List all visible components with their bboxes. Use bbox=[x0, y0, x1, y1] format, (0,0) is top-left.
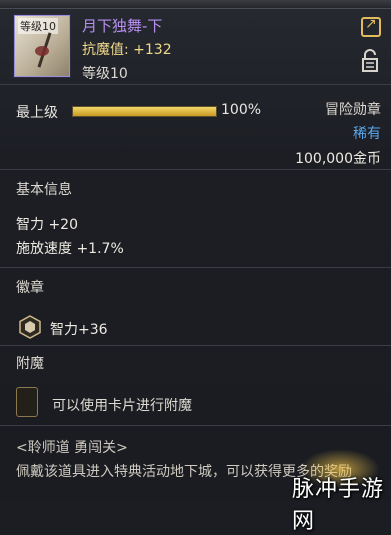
basic-info-title: 基本信息 bbox=[16, 182, 72, 198]
item-name: 月下独舞-下 bbox=[82, 17, 163, 35]
item-rarity: 稀有 bbox=[353, 126, 381, 142]
grade-label: 最上级 bbox=[16, 105, 58, 121]
resist-stat: 抗魔值: +132 bbox=[82, 39, 172, 59]
stat-cast-speed: 施放速度 +1.7% bbox=[16, 241, 124, 257]
description-title: <聆师道 勇闯关> bbox=[16, 440, 128, 456]
enchant-card-slot[interactable] bbox=[16, 387, 38, 417]
grade-bar bbox=[72, 106, 217, 117]
item-level: 等级10 bbox=[82, 66, 128, 82]
divider bbox=[0, 84, 391, 85]
item-icon-tag: 等级10 bbox=[18, 18, 58, 34]
emblem-icon bbox=[19, 315, 41, 339]
divider bbox=[0, 267, 391, 268]
emblem-title: 徽章 bbox=[16, 280, 44, 296]
lock-icon[interactable] bbox=[360, 49, 380, 73]
item-tooltip-panel: 等级10 月下独舞-下 抗魔值: +132 等级10 最上级 100% 冒险勋章… bbox=[0, 8, 391, 534]
item-price: 100,000金币 bbox=[295, 151, 381, 167]
resist-label: 抗魔值: bbox=[82, 42, 129, 58]
brush-accent bbox=[35, 46, 49, 56]
top-strip bbox=[0, 0, 391, 8]
watermark-logo: 脉冲手游网 bbox=[292, 477, 385, 534]
grade-bar-fill bbox=[73, 107, 216, 116]
resist-value: +132 bbox=[133, 42, 172, 58]
item-category: 冒险勋章 bbox=[325, 102, 381, 118]
share-icon[interactable] bbox=[361, 16, 381, 37]
enchant-hint: 可以使用卡片进行附魔 bbox=[52, 398, 192, 414]
grade-percent: 100% bbox=[221, 102, 262, 118]
item-icon: 等级10 bbox=[14, 15, 70, 77]
divider bbox=[0, 345, 391, 346]
stat-intelligence: 智力 +20 bbox=[16, 217, 78, 233]
divider bbox=[0, 169, 391, 170]
enchant-title: 附魔 bbox=[16, 356, 44, 372]
divider bbox=[0, 425, 391, 426]
emblem-stat: 智力+36 bbox=[50, 322, 108, 338]
